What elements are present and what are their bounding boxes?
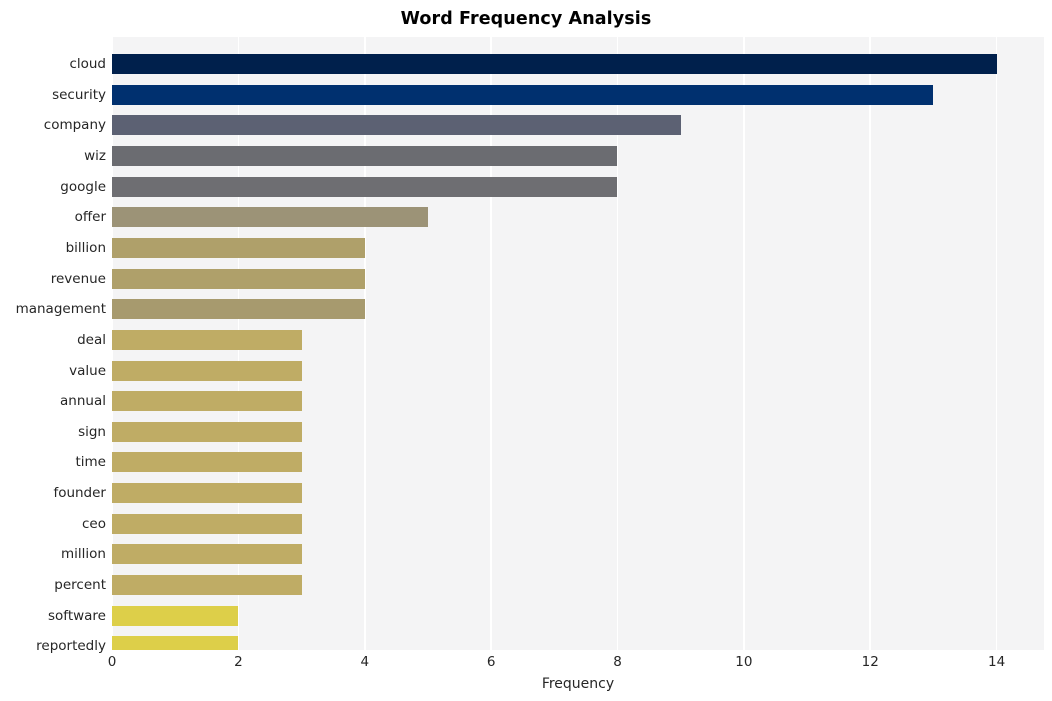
bar-cloud	[112, 54, 997, 74]
x-tick-label-6: 6	[486, 654, 496, 670]
y-tick-label-company: company	[43, 117, 106, 134]
bar-software	[112, 605, 239, 626]
y-tick-label-annual: annual	[60, 393, 106, 410]
x-tick-label-0: 0	[107, 654, 117, 670]
plot-area	[112, 37, 1044, 650]
gridline-x-12	[869, 37, 872, 650]
bar-offer	[112, 207, 428, 228]
x-tick-label-10: 10	[735, 654, 753, 670]
bar-sign	[112, 421, 302, 442]
bar-time	[112, 452, 302, 473]
bar-wiz	[112, 145, 618, 166]
y-tick-label-offer: offer	[74, 209, 106, 226]
y-tick-label-sign: sign	[78, 423, 106, 440]
bar-billion	[112, 237, 365, 258]
y-tick-label-software: software	[48, 607, 106, 624]
bar-management	[112, 299, 365, 320]
bar-revenue	[112, 268, 365, 289]
y-tick-label-revenue: revenue	[50, 270, 106, 287]
bar-founder	[112, 483, 302, 504]
y-tick-label-deal: deal	[77, 331, 106, 348]
y-tick-label-founder: founder	[53, 485, 106, 502]
bar-reportedly	[112, 636, 239, 650]
bar-annual	[112, 391, 302, 412]
y-tick-label-google: google	[60, 178, 106, 195]
y-tick-label-million: million	[61, 546, 106, 563]
gridline-x-10	[743, 37, 745, 650]
y-tick-label-value: value	[69, 362, 106, 379]
bar-value	[112, 360, 302, 381]
bar-percent	[112, 575, 302, 596]
y-axis-tick-labels: cloud security company wiz google offer billio…	[0, 37, 106, 654]
x-tick-label-4: 4	[360, 654, 370, 670]
x-axis-tick-labels: 0 2 4 6 8 10 12 14	[0, 652, 1052, 674]
x-tick-label-8: 8	[613, 654, 622, 670]
bar-million	[112, 544, 302, 565]
y-tick-label-management: management	[15, 301, 106, 318]
y-tick-label-ceo: ceo	[82, 515, 106, 532]
bar-company	[112, 115, 681, 136]
y-tick-label-security: security	[52, 86, 106, 103]
x-tick-label-2: 2	[234, 654, 243, 670]
y-tick-label-wiz: wiz	[84, 147, 106, 164]
y-tick-label-cloud: cloud	[69, 56, 106, 72]
x-tick-label-12: 12	[861, 654, 879, 670]
x-axis-label: Frequency	[541, 676, 615, 692]
gridline-x-14	[995, 37, 998, 650]
x-tick-label-14: 14	[988, 654, 1006, 670]
y-tick-label-billion: billion	[65, 239, 106, 256]
y-tick-label-time: time	[75, 454, 106, 471]
chart-figure: Word Frequency Analysis cloud security com…	[0, 0, 1052, 701]
bar-deal	[112, 329, 302, 350]
bar-security	[112, 84, 934, 105]
bar-google	[112, 176, 618, 197]
chart-title: Word Frequency Analysis	[400, 9, 652, 29]
y-tick-label-percent: percent	[54, 577, 106, 594]
bar-ceo	[112, 513, 302, 534]
